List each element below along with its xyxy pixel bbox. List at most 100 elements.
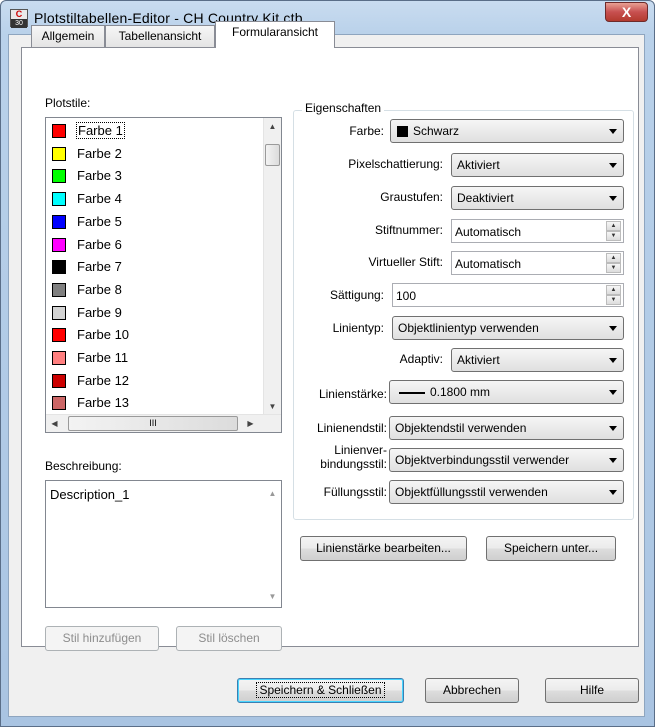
lineweight-preview-icon — [399, 392, 425, 394]
list-item[interactable]: Farbe 11 — [48, 347, 260, 369]
chevron-down-icon — [609, 129, 617, 134]
plotstile-list[interactable]: Farbe 1 Farbe 2 Farbe 3 Farbe 4 Farbe 5 Farbe… — [45, 117, 282, 433]
list-item-label: Farbe 4 — [77, 191, 122, 207]
list-item-label: Farbe 8 — [77, 281, 122, 297]
hilfe-button[interactable]: Hilfe — [545, 678, 639, 703]
linientyp-label: Linientyp: — [332, 321, 384, 335]
list-item-label: Farbe 13 — [77, 395, 130, 411]
scroll-up-icon[interactable]: ▲ — [264, 118, 281, 135]
stil-loeschen-button[interactable]: Stil löschen — [176, 626, 282, 651]
chevron-down-icon — [609, 490, 617, 495]
linienstaerke-label: Linienstärke: — [318, 387, 387, 401]
list-item[interactable]: Farbe 6 — [48, 234, 260, 256]
adaptiv-label: Adaptiv: — [399, 352, 443, 366]
color-swatch — [52, 124, 66, 138]
beschreibung-textarea[interactable]: Description_1 ▲ ▼ — [45, 480, 282, 608]
list-item[interactable]: Farbe 13 — [48, 392, 260, 414]
fuellungsstil-select[interactable]: Objektfüllungsstil verwenden — [389, 480, 624, 504]
color-swatch — [52, 192, 66, 207]
chevron-down-icon — [609, 196, 617, 201]
pixelschattierung-select[interactable]: Aktiviert — [451, 153, 624, 177]
color-swatch — [52, 282, 66, 297]
list-item-label: Farbe 11 — [77, 350, 129, 365]
spin-up-icon[interactable]: ▲ — [606, 285, 621, 295]
scroll-down-icon[interactable]: ▼ — [264, 398, 281, 415]
color-swatch — [52, 305, 66, 320]
spin-down-icon[interactable]: ▼ — [606, 295, 621, 305]
farbe-label: Farbe: — [349, 124, 384, 138]
pixelschattierung-label: Pixelschattierung: — [348, 157, 443, 171]
list-item-label: Farbe 10 — [77, 327, 130, 343]
list-item[interactable]: Farbe 7 — [48, 256, 260, 278]
color-swatch — [52, 214, 66, 229]
close-icon: X — [621, 4, 632, 20]
chevron-down-icon — [609, 358, 617, 363]
list-item[interactable]: Farbe 4 — [48, 188, 260, 210]
list-item-label: Farbe 12 — [77, 372, 130, 388]
graustufen-label: Graustufen: — [380, 190, 443, 204]
list-item[interactable]: Farbe 9 — [48, 302, 260, 324]
chevron-down-icon — [609, 163, 617, 168]
farbe-select[interactable]: Schwarz — [390, 119, 624, 143]
color-swatch — [52, 396, 66, 411]
list-item[interactable]: Farbe 3 — [48, 165, 260, 187]
color-swatch — [52, 373, 66, 388]
spinner[interactable]: ▲ ▼ — [606, 285, 621, 305]
saettigung-input[interactable]: 100 ▲ ▼ — [392, 283, 624, 307]
stil-hinzufuegen-button[interactable]: Stil hinzufügen — [45, 626, 159, 651]
list-item-label: Farbe 3 — [77, 168, 122, 184]
scroll-right-icon[interactable]: ▶ — [242, 415, 259, 432]
tab-tabellenansicht[interactable]: Tabellenansicht — [105, 25, 215, 47]
spin-down-icon[interactable]: ▼ — [606, 231, 621, 241]
speichern-schliessen-button[interactable]: Speichern & Schließen — [237, 678, 404, 703]
spin-up-icon[interactable]: ▲ — [606, 253, 621, 263]
chevron-down-icon — [609, 458, 617, 463]
eigenschaften-title: Eigenschaften — [302, 101, 385, 115]
list-item[interactable]: Farbe 1 — [48, 120, 260, 142]
spinner[interactable]: ▲ ▼ — [606, 253, 621, 273]
chevron-down-icon — [609, 426, 617, 431]
color-swatch — [52, 328, 66, 343]
linientyp-select[interactable]: Objektlinientyp verwenden — [392, 316, 624, 340]
list-item[interactable]: Farbe 5 — [48, 211, 260, 233]
adaptiv-select[interactable]: Aktiviert — [451, 348, 624, 372]
scroll-left-icon[interactable]: ◀ — [46, 415, 63, 432]
list-item[interactable]: Farbe 2 — [48, 143, 260, 165]
list-item[interactable]: Farbe 10 — [48, 324, 260, 346]
linienstaerke-select[interactable]: 0.1800 mm — [389, 380, 624, 404]
list-item[interactable]: Farbe 8 — [48, 279, 260, 301]
color-swatch — [52, 146, 66, 161]
list-item-label: Farbe 2 — [77, 145, 122, 161]
list-item-label: Farbe 9 — [77, 304, 122, 320]
close-button[interactable]: X — [605, 2, 648, 22]
chevron-down-icon — [609, 390, 617, 395]
abbrechen-button[interactable]: Abbrechen — [425, 678, 519, 703]
list-vertical-scrollbar[interactable]: ▲ ▼ — [263, 118, 281, 415]
spin-up-icon[interactable]: ▲ — [606, 221, 621, 231]
desc-scroll-up-icon: ▲ — [268, 489, 277, 498]
linienverbindungsstil-select[interactable]: Objektverbindungsstil verwender — [389, 448, 624, 472]
stiftnummer-label: Stiftnummer: — [374, 223, 443, 237]
tab-formularansicht[interactable]: Formularansicht — [215, 21, 335, 48]
spinner[interactable]: ▲ ▼ — [606, 221, 621, 241]
linienendstil-select[interactable]: Objektendstil verwenden — [389, 416, 624, 440]
list-item-label: Farbe 7 — [77, 259, 122, 275]
list-horizontal-scrollbar[interactable]: ◀ III ▶ — [46, 414, 281, 432]
app-icon: C 30 — [10, 9, 28, 28]
color-swatch — [397, 126, 408, 137]
color-swatch — [52, 169, 66, 184]
spin-down-icon[interactable]: ▼ — [606, 263, 621, 273]
speichern-unter-button[interactable]: Speichern unter... — [486, 536, 616, 561]
stiftnummer-input[interactable]: Automatisch ▲ ▼ — [451, 219, 624, 243]
linienendstil-label: Linienendstil: — [316, 421, 387, 435]
tab-allgemein[interactable]: Allgemein — [31, 25, 105, 47]
list-item[interactable]: Farbe 12 — [48, 370, 260, 392]
desc-scroll-down-icon: ▼ — [268, 592, 277, 601]
virtueller-stift-input[interactable]: Automatisch ▲ ▼ — [451, 251, 624, 275]
graustufen-select[interactable]: Deaktiviert — [451, 186, 624, 210]
list-item-label: Farbe 5 — [77, 213, 122, 229]
list-vscroll-thumb[interactable] — [265, 144, 280, 166]
color-swatch — [52, 260, 66, 275]
list-hscroll-thumb[interactable]: III — [68, 416, 238, 431]
linienstaerke-bearbeiten-button[interactable]: Linienstärke bearbeiten... — [300, 536, 467, 561]
